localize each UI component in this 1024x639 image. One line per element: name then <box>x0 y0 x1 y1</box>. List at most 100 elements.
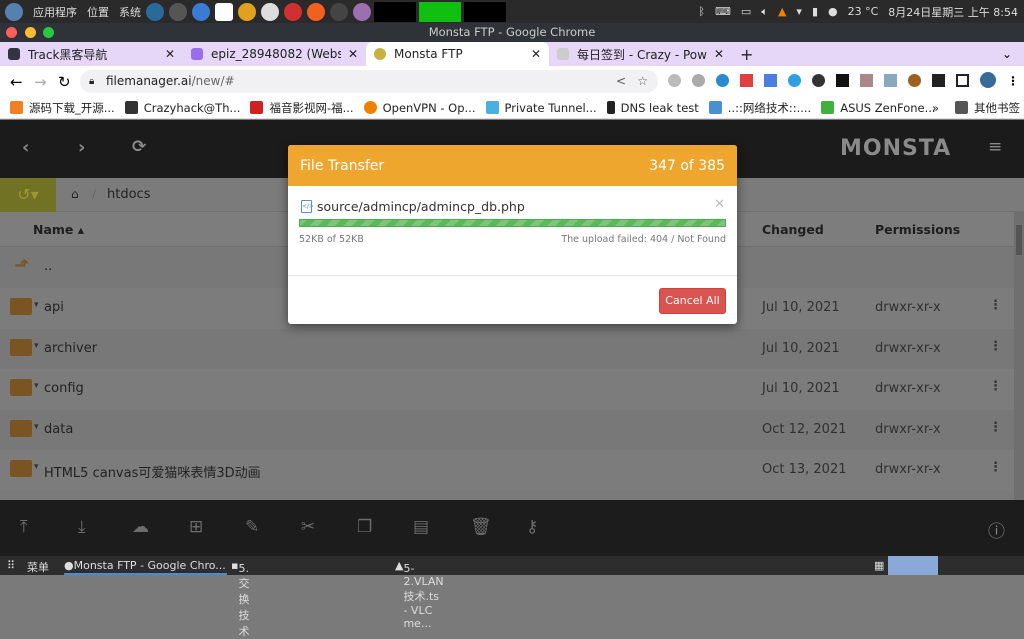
taskbar-vlc[interactable]: ▲ 5-2.VLAN技术.ts - VLC me... <box>395 559 444 630</box>
new-tab-button[interactable]: + <box>732 42 762 66</box>
tab-track[interactable]: Track黑客导航 ✕ <box>0 42 183 66</box>
file-row[interactable]: HTML5 canvas可爱猫咪表情3D动画 ▾ Oct 13, 2021 drwxr… <box>0 450 1014 491</box>
expand-caret-icon[interactable]: ▾ <box>34 300 39 310</box>
column-permissions[interactable]: Permissions <box>875 222 960 237</box>
cloud-download-icon[interactable]: ☁ <box>132 517 149 537</box>
expand-caret-icon[interactable]: ▾ <box>34 462 39 472</box>
taskbar-chrome[interactable]: ● Monsta FTP - Google Chro... <box>64 556 227 575</box>
expand-caret-icon[interactable]: ▾ <box>34 341 39 351</box>
more-bookmarks-chevron-icon[interactable]: » <box>932 101 939 115</box>
home-icon[interactable]: ⌂ <box>71 187 79 201</box>
cut-icon[interactable]: ✂ <box>301 517 315 537</box>
upload-icon[interactable]: ⤒ <box>20 517 28 537</box>
bookmark[interactable]: OpenVPN - Op... <box>363 101 476 115</box>
extension-icon[interactable] <box>740 74 753 87</box>
expand-caret-icon[interactable]: ▾ <box>34 381 39 391</box>
info-icon[interactable]: ⓘ <box>988 517 1005 542</box>
keyboard-icon[interactable]: ⌨ <box>715 5 731 18</box>
extension-icon[interactable] <box>860 74 873 87</box>
menu-kebab-icon[interactable]: ⋮ <box>1007 74 1019 88</box>
extension-icon[interactable] <box>716 74 729 87</box>
chrome-icon[interactable] <box>238 2 256 21</box>
column-changed[interactable]: Changed <box>762 222 824 237</box>
taskbar-folder[interactable]: ▪ 5. 交换技术 <box>231 559 249 638</box>
apps-icon[interactable] <box>5 2 23 21</box>
bookmark[interactable]: 源码下载_开源... <box>10 100 115 116</box>
firefox-icon[interactable] <box>307 2 325 21</box>
battery-icon[interactable]: ▮ <box>812 5 818 18</box>
start-menu[interactable]: 菜单 <box>27 559 49 575</box>
launcher-icon[interactable] <box>192 2 210 21</box>
close-window-button[interactable] <box>6 27 17 38</box>
download-icon[interactable]: ⤓ <box>78 517 86 537</box>
extension-icon[interactable] <box>788 74 801 87</box>
file-name[interactable]: archiver <box>44 341 97 356</box>
bluetooth-icon[interactable]: ᛒ <box>698 5 705 18</box>
hamburger-menu-icon[interactable]: ≡ <box>988 137 1002 157</box>
sidepanel-icon[interactable] <box>956 74 969 87</box>
menu-system[interactable]: 系统 <box>119 4 141 20</box>
back-button[interactable]: ← <box>10 73 23 91</box>
menu-grid-icon[interactable]: ⠿ <box>7 559 15 572</box>
forward-nav-icon[interactable]: › <box>78 137 85 158</box>
file-name[interactable]: HTML5 canvas可爱猫咪表情3D动画 <box>44 462 261 481</box>
scrollbar[interactable] <box>1014 212 1024 500</box>
lock-icon[interactable]: 🔒︎ <box>89 70 94 93</box>
close-item-icon[interactable]: ✕ <box>714 197 725 212</box>
close-tab-icon[interactable]: ✕ <box>348 47 358 61</box>
display-icon[interactable]: ▭ <box>741 5 751 18</box>
volume-icon[interactable]: 🔈︎ <box>761 5 768 19</box>
workspace-icon[interactable]: ▦ <box>874 559 884 572</box>
terminal-icon[interactable] <box>330 2 348 21</box>
extension-icon[interactable] <box>812 74 825 87</box>
row-menu-icon[interactable]: ⋮ <box>989 379 1002 394</box>
bookmark[interactable]: Crazyhack@Th... <box>124 101 240 115</box>
vlc-icon[interactable]: ▲ <box>778 5 786 18</box>
refresh-icon[interactable]: ⟳ <box>132 137 146 157</box>
file-row[interactable]: config ▾ Jul 10, 2021 drwxr-xr-x ⋮ <box>0 369 1014 410</box>
extension-icon[interactable] <box>692 74 705 87</box>
music-icon[interactable] <box>284 2 302 21</box>
extension-icon[interactable] <box>836 74 849 87</box>
file-name[interactable]: config <box>44 381 84 396</box>
profile-avatar[interactable] <box>980 72 996 88</box>
tab-search-chevron-icon[interactable]: ⌄ <box>1002 47 1012 61</box>
tab-crazy[interactable]: 每日签到 - Crazy - Powere ✕ <box>549 42 732 66</box>
url-input[interactable]: 🔒︎ filemanager.ai/new/# < ☆ <box>80 70 658 93</box>
file-row[interactable]: archiver ▾ Jul 10, 2021 drwxr-xr-x ⋮ <box>0 328 1014 369</box>
launcher-icon[interactable] <box>169 2 187 21</box>
reload-button[interactable]: ↻ <box>58 73 71 91</box>
forward-button[interactable]: → <box>34 73 47 91</box>
column-name[interactable]: Name ▴ <box>33 222 84 237</box>
cookie-icon[interactable] <box>908 74 921 87</box>
close-tab-icon[interactable]: ✕ <box>165 47 175 61</box>
editor-icon[interactable] <box>353 2 371 21</box>
maximize-window-button[interactable] <box>43 27 54 38</box>
history-dropdown-icon[interactable]: ↺▾ <box>0 178 56 212</box>
key-icon[interactable]: ⚷ <box>526 517 538 537</box>
row-menu-icon[interactable]: ⋮ <box>989 339 1002 354</box>
expand-caret-icon[interactable]: ▾ <box>34 422 39 432</box>
row-menu-icon[interactable]: ⋮ <box>989 460 1002 475</box>
row-menu-icon[interactable]: ⋮ <box>989 420 1002 435</box>
wifi-icon[interactable]: ▾ <box>796 5 802 18</box>
close-tab-icon[interactable]: ✕ <box>714 47 724 61</box>
tab-monsta-ftp[interactable]: Monsta FTP ✕ <box>366 42 549 66</box>
copy-icon[interactable]: ❐ <box>357 517 372 537</box>
tab-epiz[interactable]: epiz_28948082 (Website ✕ <box>183 42 366 66</box>
bookmark[interactable]: 福音影视网-福... <box>250 100 354 116</box>
translate-icon[interactable] <box>764 74 777 87</box>
workspace-switcher[interactable] <box>888 556 938 575</box>
file-row[interactable]: data ▾ Oct 12, 2021 drwxr-xr-x ⋮ <box>0 409 1014 450</box>
launcher-icon[interactable] <box>215 2 233 21</box>
delete-icon[interactable]: 🗑︎ <box>470 517 492 537</box>
clock[interactable]: 8月24日星期三 上午 8:54 <box>888 4 1018 20</box>
edit-icon[interactable]: ✎ <box>245 517 259 537</box>
new-item-icon[interactable]: ⊞ <box>189 517 203 537</box>
share-icon[interactable]: < <box>616 70 626 93</box>
extension-icon[interactable] <box>884 74 897 87</box>
extension-icon[interactable] <box>668 74 681 87</box>
bookmark[interactable]: ..::网络技术::.... <box>708 100 811 116</box>
other-bookmarks-folder[interactable]: 其他书签 <box>955 100 1020 116</box>
bookmark[interactable]: ASUS ZenFone... <box>821 101 936 115</box>
